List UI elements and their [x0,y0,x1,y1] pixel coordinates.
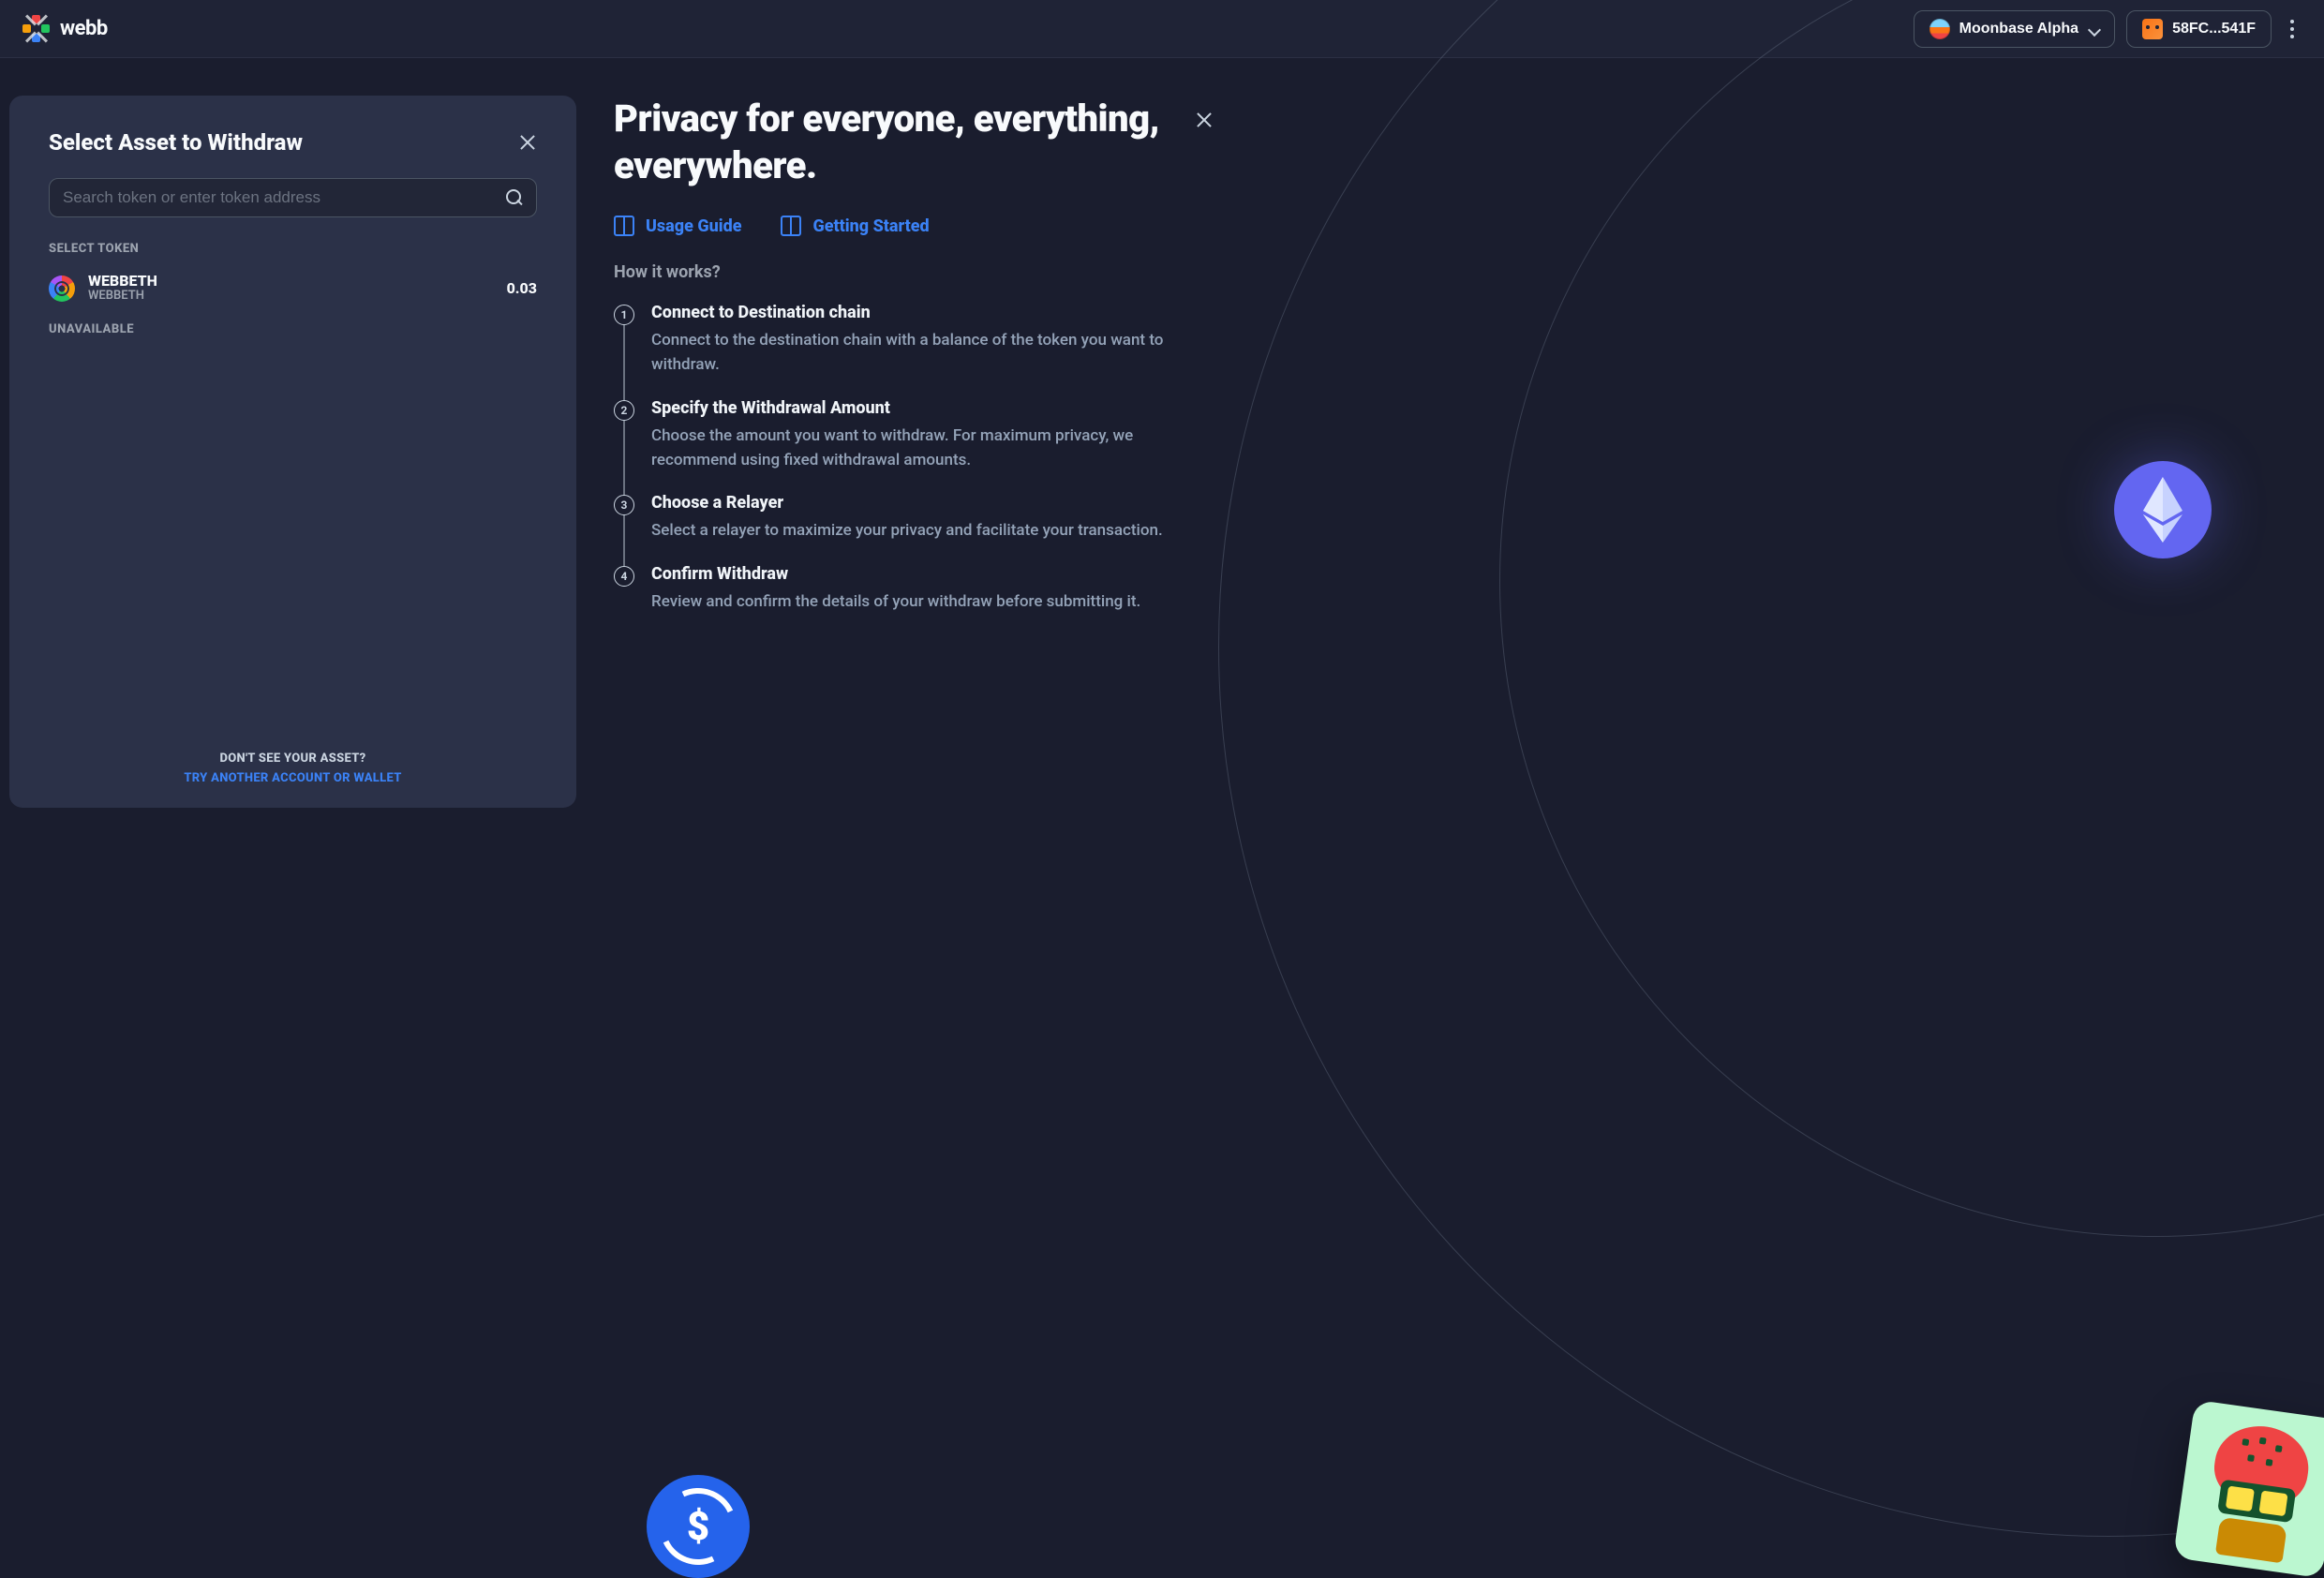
step-desc: Select a relayer to maximize your privac… [651,518,1163,543]
step-title: Choose a Relayer [651,493,1163,513]
step-number: 3 [614,495,634,515]
getting-started-link[interactable]: Getting Started [781,216,929,236]
nft-card-icon [2173,1400,2324,1578]
usdc-coin-icon: $ [647,1475,750,1578]
usage-guide-link[interactable]: Usage Guide [614,216,741,236]
how-it-works-label: How it works? [614,262,1214,282]
network-icon [1929,19,1950,39]
ethereum-coin-icon [2114,461,2212,558]
footer-question: DON'T SEE YOUR ASSET? [49,752,537,766]
step-desc: Review and confirm the details of your w… [651,589,1140,614]
search-icon [506,189,523,206]
token-balance: 0.03 [507,279,537,297]
wallet-icon [2142,19,2163,39]
network-label: Moonbase Alpha [1959,21,2078,37]
step-item: 4 Confirm Withdraw Review and confirm th… [614,564,1214,614]
step-item: 1 Connect to Destination chain Connect t… [614,303,1214,398]
panel-title: Select Asset to Withdraw [49,129,303,156]
token-row[interactable]: WEBBETH WEBBETH 0.03 [49,269,537,322]
step-item: 3 Choose a Relayer Select a relayer to m… [614,493,1214,563]
book-icon [614,216,634,236]
token-icon [49,275,75,302]
book-icon [781,216,801,236]
brand-logo[interactable]: webb [22,15,108,43]
close-icon[interactable] [518,133,537,152]
token-symbol: WEBBETH [88,290,157,304]
info-section: Privacy for everyone, everything, everyw… [614,96,1214,1541]
token-name: WEBBETH [88,273,157,290]
more-menu-button[interactable] [2283,12,2302,46]
step-desc: Connect to the destination chain with a … [651,328,1214,378]
search-input[interactable] [63,188,497,207]
getting-started-label: Getting Started [812,216,929,236]
usage-guide-label: Usage Guide [646,216,741,236]
step-title: Confirm Withdraw [651,564,1140,584]
section-label-unavailable: UNAVAILABLE [49,322,537,336]
hero-title: Privacy for everyone, everything, everyw… [614,96,1214,189]
search-field[interactable] [49,178,537,217]
steps-list: 1 Connect to Destination chain Connect t… [614,303,1214,614]
account-selector[interactable]: 58FC...541F [2126,10,2272,48]
close-icon[interactable] [1195,111,1214,129]
step-number: 1 [614,305,634,325]
chevron-down-icon [2088,23,2099,35]
step-number: 4 [614,566,634,587]
step-title: Specify the Withdrawal Amount [651,398,1214,418]
step-item: 2 Specify the Withdrawal Amount Choose t… [614,398,1214,494]
step-desc: Choose the amount you want to withdraw. … [651,424,1214,473]
brand-name: webb [60,17,108,40]
section-label-select-token: SELECT TOKEN [49,242,537,256]
network-selector[interactable]: Moonbase Alpha [1914,10,2115,48]
select-asset-panel: Select Asset to Withdraw SELECT TOKEN WE… [9,96,576,808]
step-number: 2 [614,400,634,421]
try-another-wallet-link[interactable]: TRY ANOTHER ACCOUNT OR WALLET [49,771,537,785]
logo-icon [22,15,51,43]
app-header: webb Moonbase Alpha 58FC...541F [0,0,2324,58]
step-title: Connect to Destination chain [651,303,1214,322]
account-label: 58FC...541F [2172,21,2256,37]
